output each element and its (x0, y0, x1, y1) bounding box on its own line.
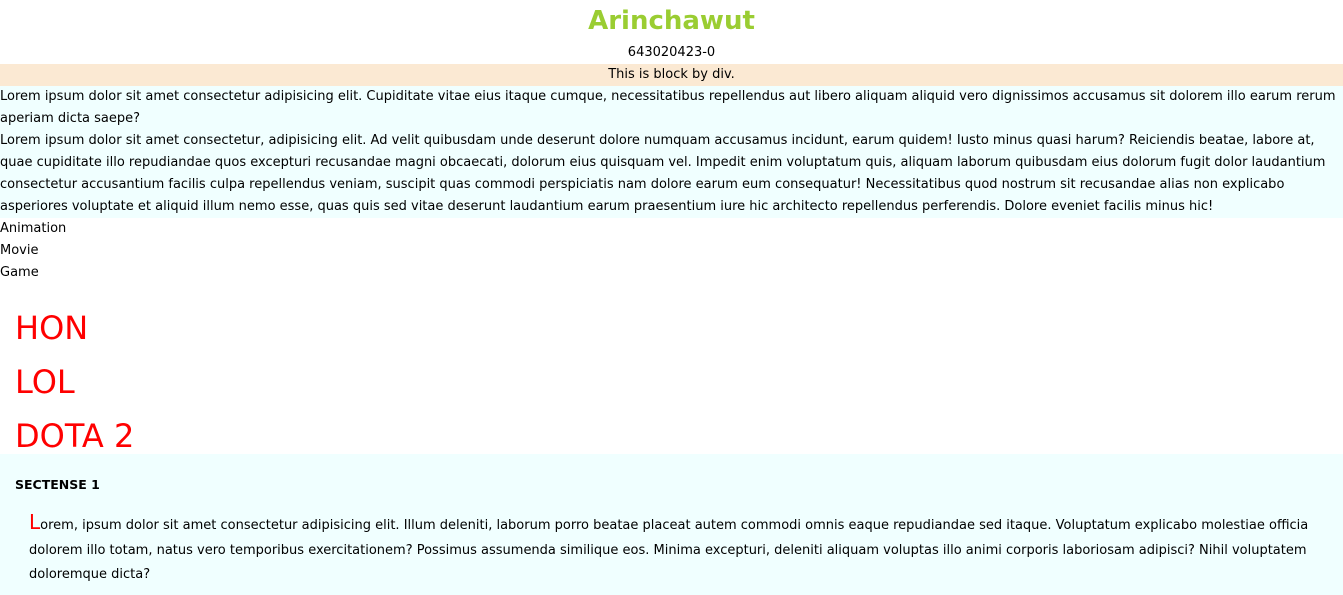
paragraph-2: Lorem ipsum dolor sit amet consectetur, … (0, 133, 1326, 214)
category-item-movie: Movie (0, 243, 39, 258)
section-paragraph: Lorem, ipsum dolor sit amet consectetur … (29, 512, 1319, 588)
section-title: SECTENSE 1 (15, 477, 100, 492)
category-list: Animation Movie Game (0, 218, 1343, 284)
section-paragraph-text: orem, ipsum dolor sit amet consectetur a… (29, 518, 1309, 582)
paragraph-1: Lorem ipsum dolor sit amet consectetur a… (0, 89, 1336, 126)
div-block-banner: This is block by div. (0, 64, 1343, 86)
page-content: Arinchawut 643020423-0 This is block by … (0, 0, 1343, 463)
student-id: 643020423-0 (627, 45, 716, 60)
category-item-animation: Animation (0, 221, 67, 236)
dropcap-letter: L (29, 510, 41, 534)
category-item-game: Game (0, 265, 39, 280)
section-block: SECTENSE 1 Lorem, ipsum dolor sit amet c… (0, 454, 1343, 595)
games-list: HON LOL DOTA 2 (0, 284, 1343, 463)
page-title: Arinchawut (588, 6, 755, 36)
game-item-lol: LOL (15, 363, 75, 401)
game-item-hon: HON (15, 309, 89, 347)
paragraph-block: Lorem ipsum dolor sit amet consectetur a… (0, 86, 1343, 218)
